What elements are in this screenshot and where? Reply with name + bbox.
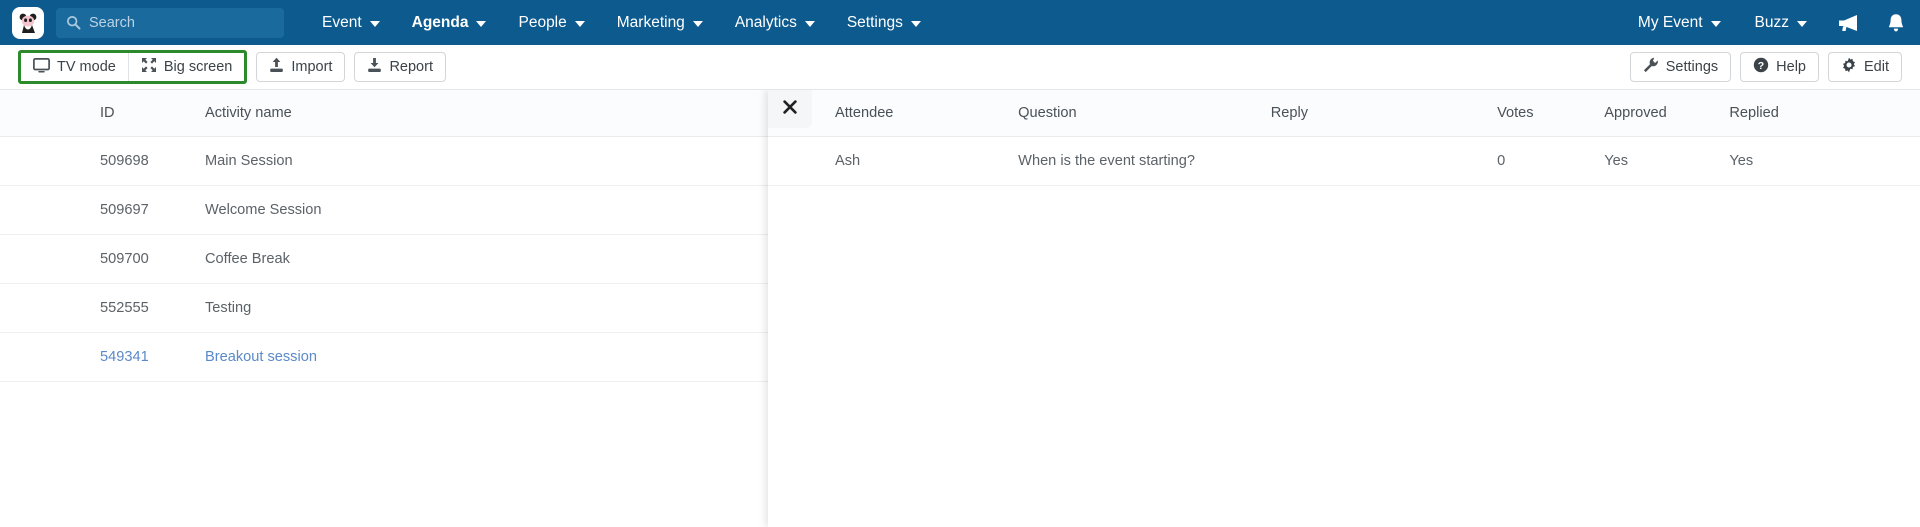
search-box[interactable]	[56, 7, 284, 38]
column-header-id[interactable]: ID	[0, 90, 205, 137]
nav-item-people[interactable]: People	[502, 0, 600, 45]
settings-button[interactable]: Settings	[1629, 52, 1732, 82]
cell-id: 509697	[0, 185, 205, 235]
cell-id: 509700	[0, 234, 205, 284]
activities-panel: ID Activity name 509698 Main Session 509…	[0, 90, 768, 527]
bell-notification-icon[interactable]	[1872, 0, 1920, 45]
nav-item-my-event[interactable]: My Event	[1621, 0, 1738, 45]
table-row[interactable]: 552555 Testing	[0, 283, 768, 333]
column-header-reply[interactable]: Reply	[1270, 90, 1498, 137]
import-label: Import	[291, 59, 333, 75]
cell-approved: Yes	[1604, 136, 1730, 186]
edit-label: Edit	[1864, 59, 1889, 75]
tv-mode-label: TV mode	[57, 59, 116, 75]
chevron-down-icon	[574, 20, 585, 27]
qa-overlay-panel: Attendee Question Reply Votes Approved R…	[768, 90, 1920, 527]
chevron-down-icon	[369, 20, 380, 27]
settings-label: Settings	[1665, 59, 1719, 75]
import-button[interactable]: Import	[256, 52, 346, 82]
search-input[interactable]	[89, 14, 274, 31]
cell-activity-name: Welcome Session	[205, 185, 768, 235]
tv-mode-button[interactable]: TV mode	[21, 53, 128, 81]
highlighted-display-mode-group: TV mode Big screen	[18, 50, 248, 84]
cell-votes: 0	[1497, 136, 1605, 186]
nav-item-label: Analytics	[734, 13, 797, 31]
qa-header-row: Attendee Question Reply Votes Approved R…	[768, 90, 1920, 137]
column-header-question[interactable]: Question	[1018, 90, 1271, 137]
cell-activity-name-link[interactable]: Breakout session	[205, 332, 768, 382]
nav-item-settings[interactable]: Settings	[831, 0, 937, 45]
top-nav-right-group: My Event Buzz	[1621, 0, 1920, 45]
cell-id: 509698	[0, 136, 205, 186]
help-button[interactable]: ? Help	[1740, 52, 1819, 82]
table-row-selected[interactable]: 549341 Breakout session	[0, 332, 768, 382]
app-logo[interactable]	[0, 6, 56, 39]
big-screen-button[interactable]: Big screen	[127, 53, 245, 81]
help-label: Help	[1776, 59, 1806, 75]
edit-button[interactable]: Edit	[1828, 52, 1902, 82]
action-toolbar: TV mode Big screen Import Report Setting…	[0, 45, 1920, 90]
panda-logo-icon[interactable]	[12, 6, 44, 39]
upload-icon	[269, 57, 284, 77]
qa-table: Attendee Question Reply Votes Approved R…	[768, 90, 1920, 186]
chevron-down-icon	[476, 20, 487, 27]
chevron-down-icon	[804, 20, 815, 27]
nav-item-label: Event	[322, 13, 362, 31]
big-screen-label: Big screen	[163, 59, 233, 75]
report-button[interactable]: Report	[354, 52, 446, 82]
close-x-icon	[783, 99, 797, 119]
cell-id-link[interactable]: 549341	[0, 332, 205, 382]
activities-table: ID Activity name 509698 Main Session 509…	[0, 90, 768, 382]
cell-attendee: Ash	[768, 136, 1019, 186]
nav-item-label: People	[518, 13, 567, 31]
nav-item-label: Buzz	[1754, 13, 1789, 31]
nav-item-label: Settings	[846, 13, 903, 31]
expand-arrows-icon	[141, 57, 157, 77]
cell-activity-name: Coffee Break	[205, 234, 768, 284]
column-header-activity-name[interactable]: Activity name	[205, 90, 768, 137]
column-header-approved[interactable]: Approved	[1604, 90, 1730, 137]
cell-question: When is the event starting?	[1018, 136, 1271, 186]
nav-item-agenda[interactable]: Agenda	[396, 0, 503, 45]
column-header-replied[interactable]: Replied	[1729, 90, 1920, 137]
download-icon	[367, 57, 382, 77]
toolbar-right-group: Settings ? Help Edit	[1629, 52, 1902, 82]
cell-replied: Yes	[1729, 136, 1920, 186]
cell-activity-name: Testing	[205, 283, 768, 333]
close-panel-button[interactable]	[768, 90, 812, 128]
top-navigation-bar: Event Agenda People Marketing Analytics …	[0, 0, 1920, 45]
nav-item-label: My Event	[1637, 13, 1703, 31]
tv-monitor-icon	[33, 57, 50, 77]
nav-item-event[interactable]: Event	[306, 0, 396, 45]
table-row[interactable]: 509697 Welcome Session	[0, 185, 768, 235]
chevron-down-icon	[910, 20, 921, 27]
gear-icon	[1841, 57, 1857, 77]
table-row[interactable]: 509700 Coffee Break	[0, 234, 768, 284]
nav-item-buzz[interactable]: Buzz	[1738, 0, 1824, 45]
nav-item-label: Agenda	[411, 13, 469, 31]
wrench-icon	[1643, 57, 1659, 77]
main-content: ID Activity name 509698 Main Session 509…	[0, 90, 1920, 527]
nav-item-marketing[interactable]: Marketing	[601, 0, 719, 45]
cell-activity-name: Main Session	[205, 136, 768, 186]
megaphone-icon[interactable]	[1824, 0, 1872, 45]
chevron-down-icon	[1797, 20, 1807, 27]
nav-item-analytics[interactable]: Analytics	[719, 0, 831, 45]
chevron-down-icon	[692, 20, 703, 27]
column-header-votes[interactable]: Votes	[1497, 90, 1605, 137]
question-circle-icon: ?	[1753, 57, 1769, 77]
cell-id: 552555	[0, 283, 205, 333]
table-header-row: ID Activity name	[0, 90, 768, 137]
nav-item-label: Marketing	[616, 13, 685, 31]
table-row[interactable]: 509698 Main Session	[0, 136, 768, 186]
svg-text:?: ?	[1758, 60, 1764, 72]
main-menu: Event Agenda People Marketing Analytics …	[306, 0, 937, 45]
chevron-down-icon	[1710, 20, 1721, 27]
qa-table-row[interactable]: Ash When is the event starting? 0 Yes Ye…	[768, 136, 1920, 186]
search-icon	[66, 15, 81, 30]
report-label: Report	[389, 59, 433, 75]
cell-reply	[1270, 136, 1498, 186]
